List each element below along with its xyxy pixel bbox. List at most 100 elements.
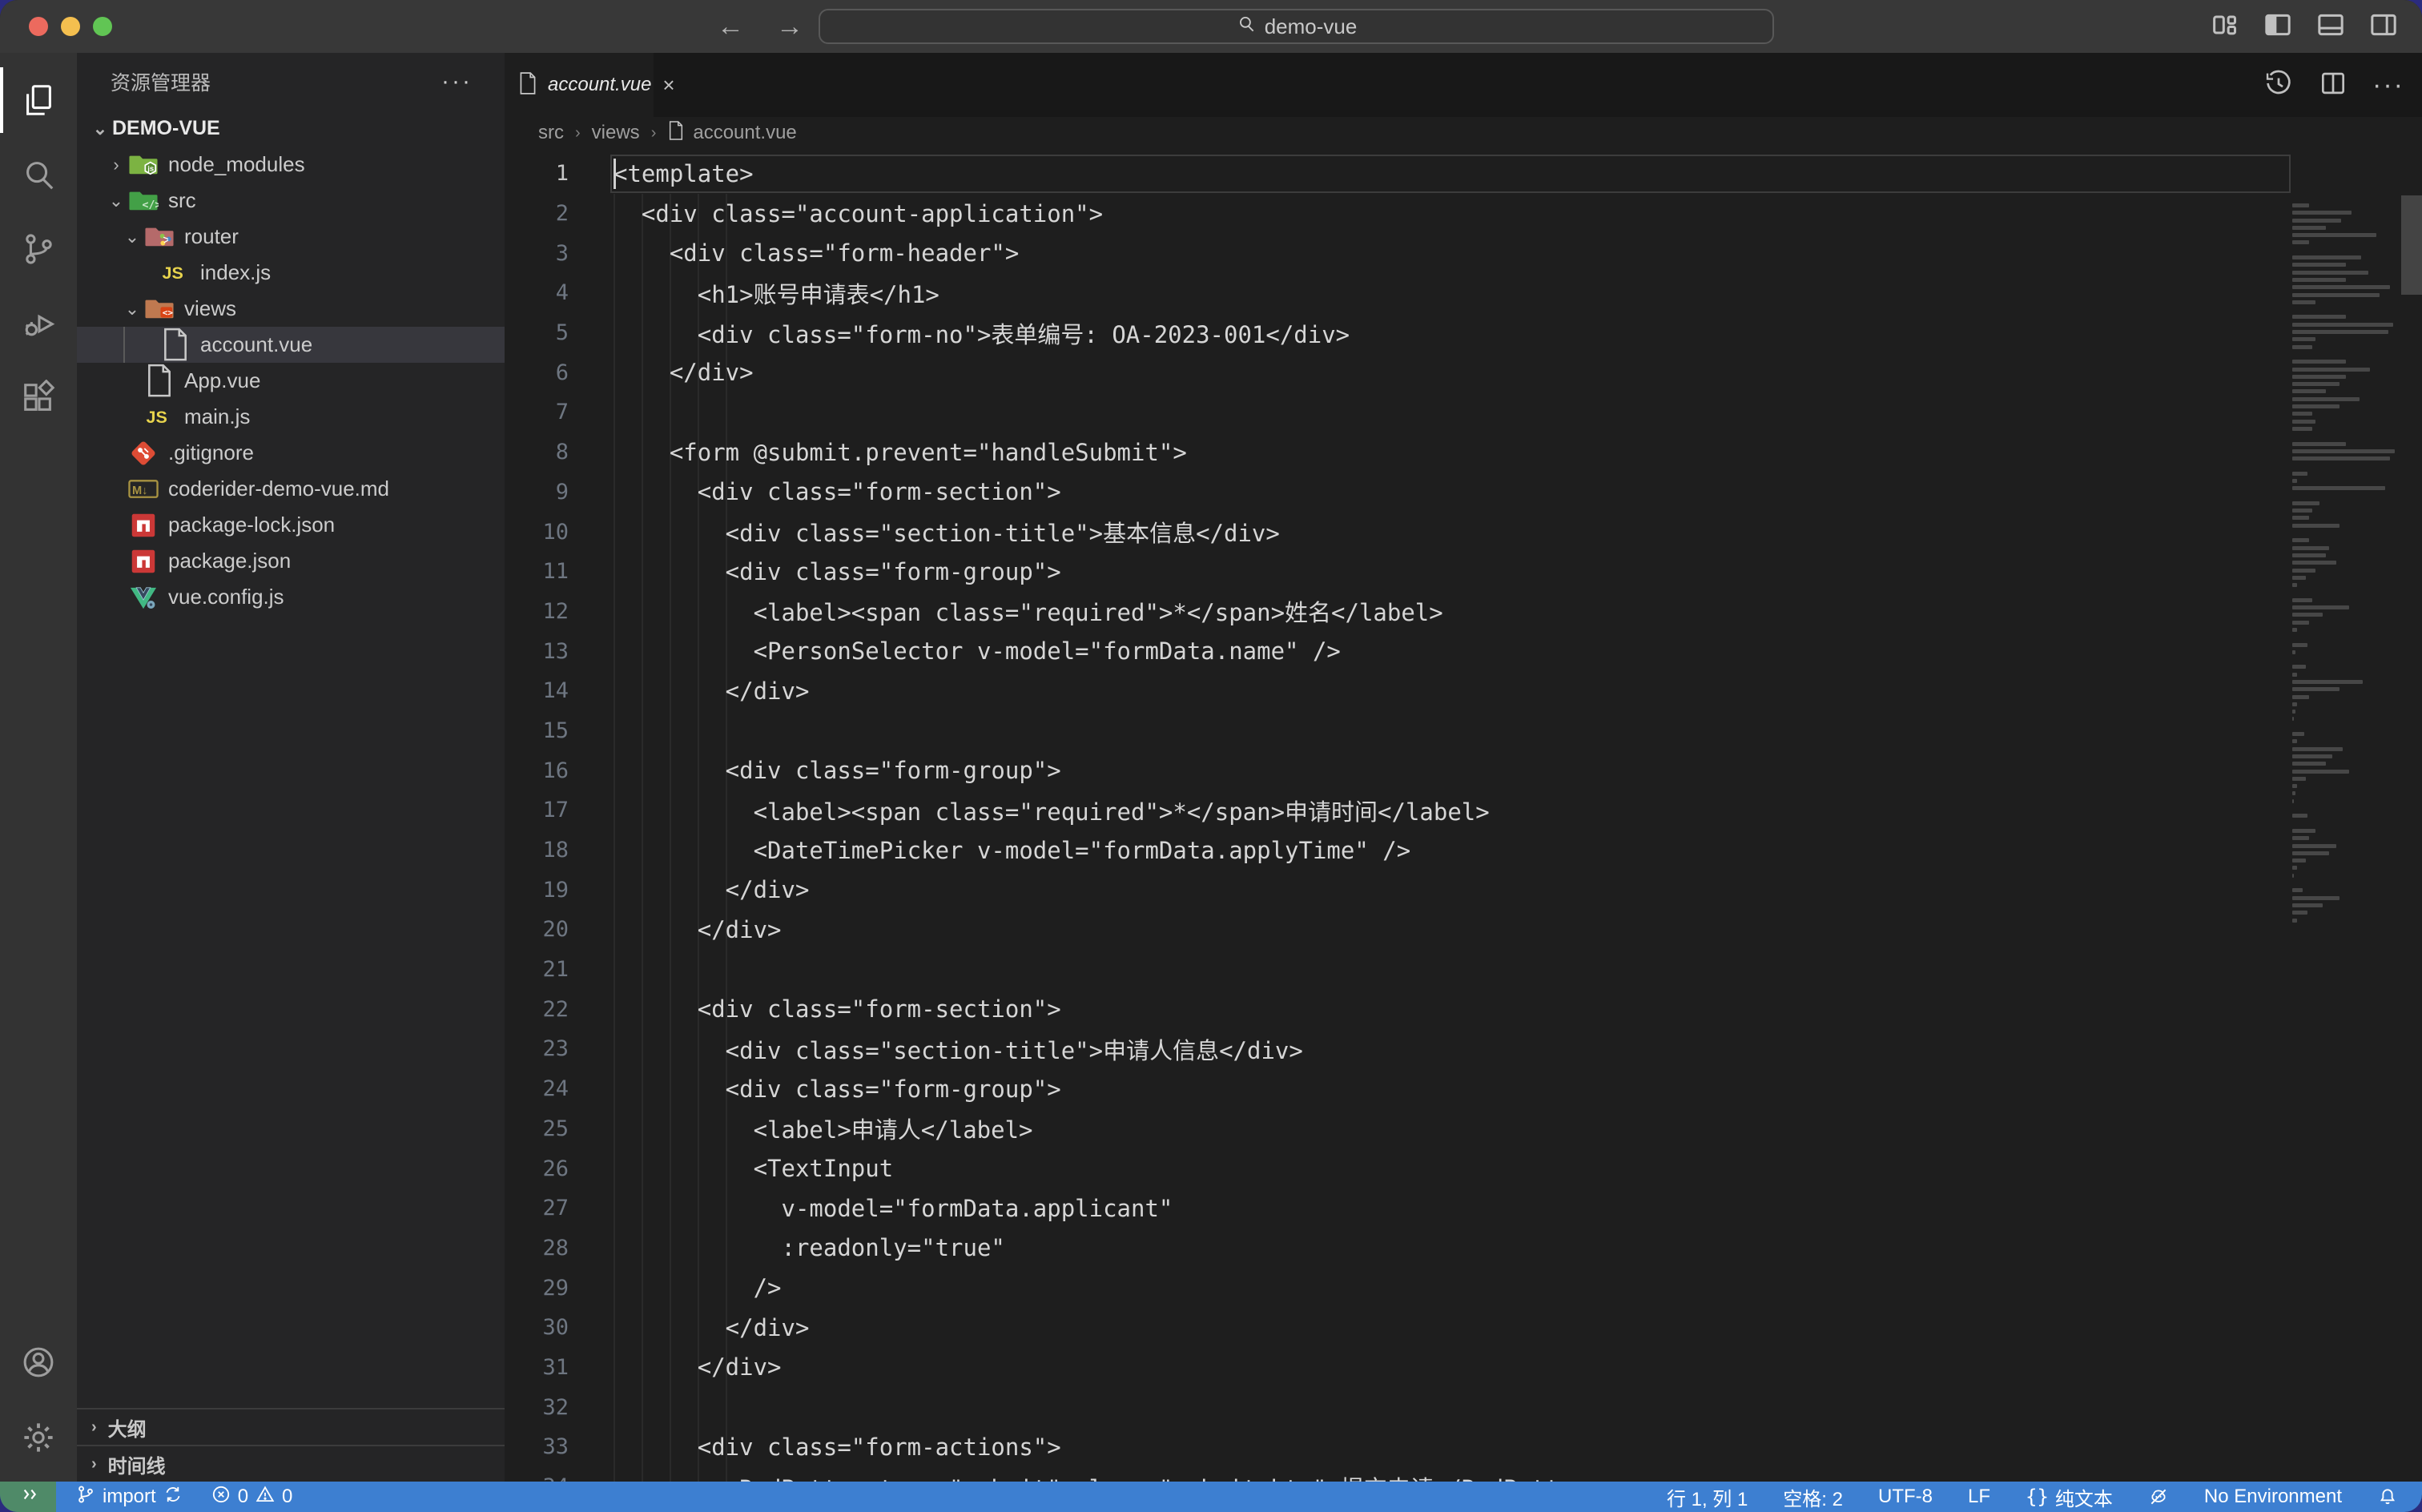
minimap-line (2292, 784, 2297, 788)
code-line-29[interactable]: 29 /> (505, 1268, 2422, 1308)
code-line-33[interactable]: 33 <div class="form-actions"> (505, 1427, 2422, 1467)
code-line-3[interactable]: 3 <div class="form-header"> (505, 233, 2422, 273)
code-line-14[interactable]: 14 </div> (505, 671, 2422, 711)
tree-item-vue-config-js[interactable]: vue.config.js (77, 579, 505, 615)
eol-status[interactable]: LF (1968, 1486, 1990, 1508)
toggle-panel-icon[interactable] (2315, 9, 2347, 45)
code-line-30[interactable]: 30 </div> (505, 1308, 2422, 1348)
close-window-button[interactable] (29, 17, 48, 36)
code-line-12[interactable]: 12 <label><span class="required">*</span… (505, 592, 2422, 632)
minimap-line (2292, 255, 2361, 259)
code-line-1[interactable]: 1<template> (505, 154, 2422, 194)
tree-root-demo-vue[interactable]: ⌄DEMO-VUE (77, 111, 505, 147)
explorer-more-actions-icon[interactable]: ··· (441, 68, 473, 95)
code-line-18[interactable]: 18 <DateTimePicker v-model="formData.app… (505, 830, 2422, 871)
minimap[interactable] (2292, 203, 2398, 1482)
code-line-20[interactable]: 20 </div> (505, 910, 2422, 950)
code-line-13[interactable]: 13 <PersonSelector v-model="formData.nam… (505, 631, 2422, 671)
minimize-window-button[interactable] (61, 17, 80, 36)
activity-search[interactable] (0, 137, 77, 212)
activity-explorer[interactable] (0, 62, 77, 138)
toggle-secondary-sidebar-icon[interactable] (2368, 9, 2400, 45)
tab-account-vue[interactable]: account.vue × (505, 53, 654, 117)
line-text: <div class="form-no">表单编号: OA-2023-001</… (614, 316, 1350, 350)
language-mode-status[interactable]: {} 纯文本 (2026, 1483, 2113, 1511)
editor-scrollbar[interactable] (2401, 195, 2422, 295)
code-area[interactable]: 1<template>2 <div class="account-applica… (505, 154, 2422, 1482)
code-line-9[interactable]: 9 <div class="form-section"> (505, 472, 2422, 513)
code-line-22[interactable]: 22 <div class="form-section"> (505, 989, 2422, 1029)
tree-item-index-js[interactable]: JSindex.js (77, 255, 505, 291)
encoding-status[interactable]: UTF-8 (1878, 1486, 1933, 1508)
environment-status[interactable]: No Environment (2204, 1486, 2342, 1508)
problems-status[interactable]: 0 0 (211, 1484, 293, 1510)
copilot-disabled-icon[interactable] (2148, 1486, 2169, 1507)
code-line-5[interactable]: 5 <div class="form-no">表单编号: OA-2023-001… (505, 313, 2422, 353)
indentation-status[interactable]: 空格: 2 (1783, 1483, 1843, 1511)
tree-item-app-vue[interactable]: App.vue (77, 363, 505, 399)
tree-item-node-modules[interactable]: ›jsnode_modules (77, 147, 505, 183)
maximize-window-button[interactable] (93, 17, 112, 36)
activity-source-control[interactable] (0, 211, 77, 287)
sidebar-panel-时间线[interactable]: ›时间线 (77, 1445, 505, 1482)
customize-layout-icon[interactable] (2209, 9, 2241, 45)
notifications-bell-icon[interactable] (2377, 1486, 2398, 1507)
code-line-27[interactable]: 27 v-model="formData.applicant" (505, 1188, 2422, 1228)
remote-indicator[interactable] (0, 1482, 56, 1512)
minimap-line (2292, 368, 2370, 372)
line-number: 18 (505, 838, 569, 863)
tree-item-router[interactable]: ⌄router (77, 219, 505, 255)
code-line-4[interactable]: 4 <h1>账号申请表</h1> (505, 273, 2422, 313)
git-icon (128, 440, 159, 467)
code-line-7[interactable]: 7 (505, 392, 2422, 432)
code-line-11[interactable]: 11 <div class="form-group"> (505, 552, 2422, 592)
tree-item--gitignore[interactable]: .gitignore (77, 435, 505, 471)
history-forward-button[interactable]: → (776, 11, 803, 42)
code-line-2[interactable]: 2 <div class="account-application"> (505, 194, 2422, 234)
editor-more-actions-icon[interactable]: ··· (2372, 70, 2404, 101)
breadcrumb-file[interactable]: account.vue (667, 120, 796, 147)
tree-item-package-lock-json[interactable]: package-lock.json (77, 507, 505, 543)
line-text: <div class="section-title">基本信息</div> (614, 515, 1280, 549)
activity-settings[interactable] (0, 1400, 77, 1475)
tree-item-coderider-demo-vue-md[interactable]: M↓coderider-demo-vue.md (77, 471, 505, 507)
toggle-primary-sidebar-icon[interactable] (2262, 9, 2294, 45)
cursor-position-status[interactable]: 行 1, 列 1 (1667, 1483, 1748, 1511)
history-back-button[interactable]: ← (717, 11, 744, 42)
activity-run-debug[interactable] (0, 286, 77, 361)
code-line-34[interactable]: 34 <RedButton type="submit" class="submi… (505, 1467, 2422, 1482)
code-line-21[interactable]: 21 (505, 950, 2422, 990)
sidebar-panel-大纲[interactable]: ›大纲 (77, 1408, 505, 1445)
timeline-history-icon[interactable] (2263, 68, 2294, 103)
activity-accounts[interactable] (0, 1325, 77, 1400)
code-line-15[interactable]: 15 (505, 711, 2422, 751)
git-branch-status[interactable]: import (75, 1484, 183, 1510)
breadcrumb-item[interactable]: src (538, 122, 564, 144)
code-line-31[interactable]: 31 </div> (505, 1348, 2422, 1388)
code-line-10[interactable]: 10 <div class="section-title">基本信息</div> (505, 512, 2422, 552)
code-line-25[interactable]: 25 <label>申请人</label> (505, 1109, 2422, 1149)
command-center-search[interactable]: demo-vue (819, 9, 1774, 44)
code-line-23[interactable]: 23 <div class="section-title">申请人信息</div… (505, 1029, 2422, 1069)
tab-close-icon[interactable]: × (662, 73, 674, 98)
code-line-28[interactable]: 28 :readonly="true" (505, 1228, 2422, 1269)
code-line-32[interactable]: 32 (505, 1387, 2422, 1427)
tree-item-main-js[interactable]: JSmain.js (77, 399, 505, 435)
minimap-line (2292, 569, 2315, 573)
breadcrumb-item[interactable]: views (592, 122, 640, 144)
code-line-19[interactable]: 19 </div> (505, 870, 2422, 910)
tree-item-src[interactable]: ⌄</>src (77, 183, 505, 219)
split-editor-icon[interactable] (2318, 68, 2348, 103)
code-line-26[interactable]: 26 <TextInput (505, 1148, 2422, 1188)
tree-item-package-json[interactable]: package.json (77, 543, 505, 579)
line-text: <TextInput (614, 1155, 893, 1182)
code-line-16[interactable]: 16 <div class="form-group"> (505, 750, 2422, 790)
code-line-24[interactable]: 24 <div class="form-group"> (505, 1069, 2422, 1109)
code-line-8[interactable]: 8 <form @submit.prevent="handleSubmit"> (505, 432, 2422, 472)
code-line-6[interactable]: 6 </div> (505, 352, 2422, 392)
tree-item-views[interactable]: ⌄<>views (77, 291, 505, 327)
activity-extensions[interactable] (0, 360, 77, 436)
minimap-line (2292, 702, 2297, 706)
tree-item-account-vue[interactable]: account.vue (77, 327, 505, 363)
code-line-17[interactable]: 17 <label><span class="required">*</span… (505, 790, 2422, 830)
